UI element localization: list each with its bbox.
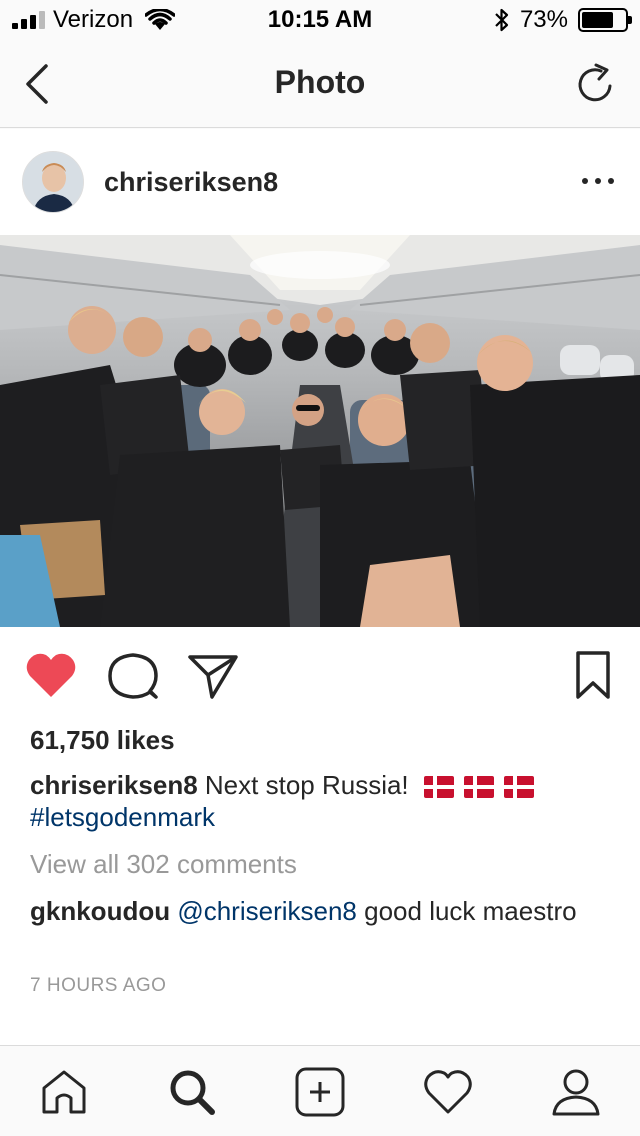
profile-icon [552,1069,600,1116]
caption-username[interactable]: chriseriksen8 [30,770,198,800]
battery-cap [628,16,632,24]
heart-outline-icon [424,1070,472,1114]
avatar-image [23,152,83,212]
comment-button[interactable] [106,649,160,703]
post-timestamp: 7 HOURS AGO [30,975,167,996]
battery-fill [582,12,613,28]
like-button[interactable] [24,649,78,703]
more-icon-dot [608,178,614,184]
comment-username[interactable]: gknkoudou [30,896,170,926]
denmark-flag-icon [503,776,534,799]
refresh-button[interactable] [574,62,618,106]
avatar[interactable] [22,151,84,213]
bookmark-icon [576,651,610,699]
caption-hashtag[interactable]: #letsgodenmark [30,802,215,832]
post-username[interactable]: chriseriksen8 [104,167,278,198]
battery-percent: 73% [519,6,568,33]
post-photo-image [0,235,640,627]
tab-profile[interactable] [550,1066,602,1118]
status-right: 73% [494,6,632,34]
share-button[interactable] [186,649,240,703]
home-icon [42,1070,86,1114]
caption-text: Next stop Russia! [204,770,409,800]
comment-text: good luck maestro [364,896,577,926]
tab-add-post[interactable] [294,1066,346,1118]
heart-icon [26,653,76,697]
denmark-flag-icon [423,776,454,799]
caption-flags [423,776,534,799]
comment-mention[interactable]: @chriseriksen8 [177,896,357,926]
save-button[interactable] [566,649,620,703]
tab-activity[interactable] [422,1066,474,1118]
nav-bar: Photo [0,40,640,128]
post-caption: chriseriksen8 Next stop Russia! #letsgod… [30,769,610,833]
refresh-icon [578,63,612,102]
search-icon [170,1070,215,1115]
post-header: chriseriksen8 [0,129,640,235]
more-icon [582,178,588,184]
page-title: Photo [274,64,366,100]
tab-bar [0,1045,640,1136]
post-photo[interactable] [0,235,640,627]
denmark-flag-icon [463,776,494,799]
add-post-icon [295,1067,345,1117]
tab-home[interactable] [38,1066,90,1118]
comment-item: gknkoudou @chriseriksen8 good luck maest… [30,895,590,927]
more-icon-dot [595,178,601,184]
likes-count[interactable]: 61,750 likes [30,725,175,756]
view-all-comments-link[interactable]: View all 302 comments [30,849,297,880]
post-body: 61,750 likes chriseriksen8 Next stop Rus… [0,627,640,1045]
send-icon [188,655,238,699]
tab-search[interactable] [166,1066,218,1118]
more-options-button[interactable] [582,169,614,193]
comment-icon [108,653,158,699]
battery-icon [578,8,632,32]
action-row [0,649,640,705]
status-bar: Verizon 10:15 AM 73% [0,0,640,40]
bluetooth-icon [495,8,509,32]
